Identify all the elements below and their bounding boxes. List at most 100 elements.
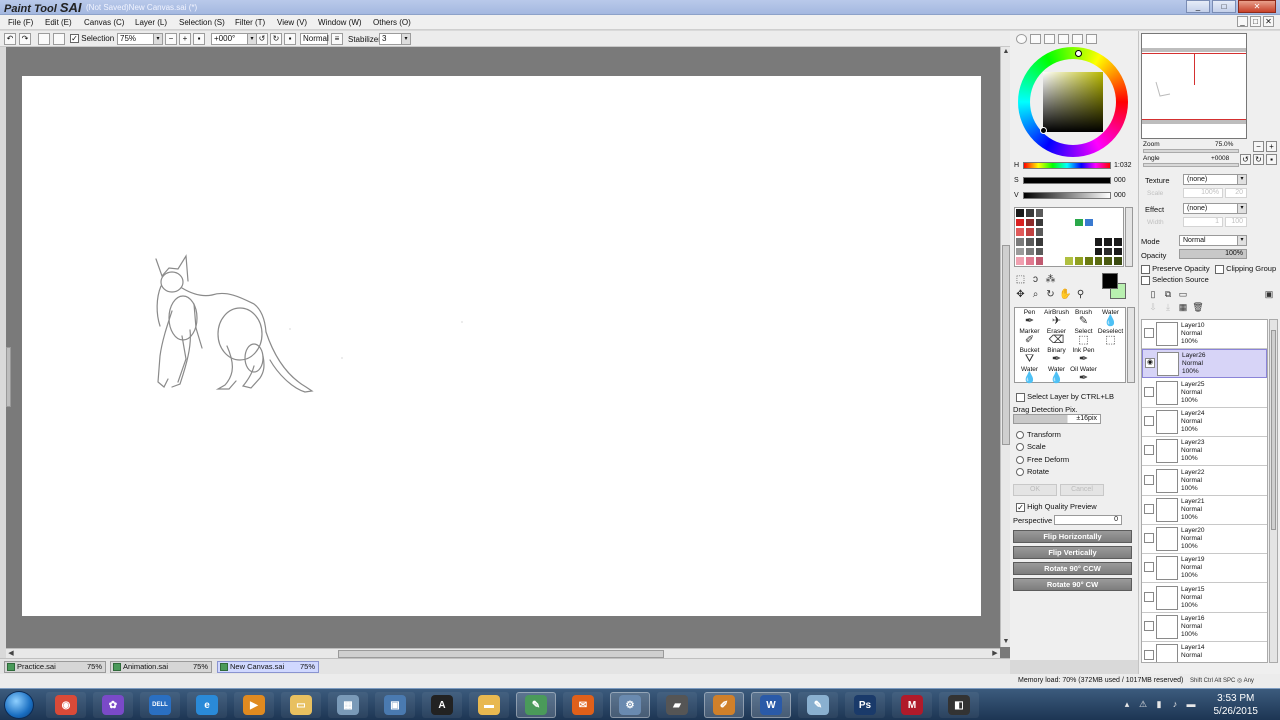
start-button[interactable] xyxy=(4,691,34,719)
rotate-icon[interactable]: ↻ xyxy=(1044,288,1057,301)
layer-visibility-icon[interactable]: ◉ xyxy=(1145,358,1155,369)
layer-visibility-icon[interactable] xyxy=(1144,533,1154,544)
opacity-slider[interactable]: 100% xyxy=(1179,249,1247,259)
layer-visibility-icon[interactable] xyxy=(1144,621,1154,631)
color-swatch[interactable] xyxy=(1093,227,1104,237)
tray-volume-icon[interactable]: ♪ xyxy=(1170,699,1180,709)
effect-width-num[interactable]: 100 xyxy=(1225,217,1247,227)
color-swatch[interactable] xyxy=(1034,208,1045,218)
color-swatch[interactable] xyxy=(1103,217,1114,228)
flip-vertically-button[interactable]: Flip Vertically xyxy=(1013,546,1132,559)
layer-row[interactable]: Layer15 Normal 100% xyxy=(1142,583,1267,613)
select-layer-option[interactable]: Select Layer by CTRL+LB xyxy=(1016,392,1114,402)
free-deform-option[interactable]: Free Deform xyxy=(1016,455,1069,465)
color-swatch[interactable] xyxy=(1024,208,1035,218)
tray-network-icon[interactable]: ▮ xyxy=(1154,699,1164,709)
nav-rotate-cw-icon[interactable]: ↻ xyxy=(1253,154,1264,165)
selection-checkbox[interactable]: ✓ xyxy=(70,34,79,44)
taskbar-app[interactable]: ▬ xyxy=(469,692,509,718)
texture-scale-field[interactable]: 100% xyxy=(1183,188,1223,198)
taskbar-app[interactable]: ✐ xyxy=(704,692,744,718)
color-swatch[interactable] xyxy=(1083,227,1094,237)
color-swatch[interactable] xyxy=(1015,208,1025,218)
taskbar-app[interactable]: Ps xyxy=(845,692,885,718)
color-swatch[interactable] xyxy=(1083,246,1094,257)
stabilizer-select[interactable]: 3 ▾ xyxy=(379,33,411,45)
color-swatch[interactable] xyxy=(1093,208,1104,218)
rotate-radio[interactable] xyxy=(1016,468,1024,477)
menu-layer[interactable]: Layer (L) xyxy=(135,18,167,27)
texture-dropdown-icon[interactable]: ▾ xyxy=(1237,175,1246,184)
nav-zoom-slider[interactable] xyxy=(1143,149,1239,153)
color-swatch[interactable] xyxy=(1034,227,1045,237)
taskbar-app[interactable]: ▦ xyxy=(328,692,368,718)
layer-visibility-icon[interactable] xyxy=(1144,503,1154,514)
layer-visibility-icon[interactable] xyxy=(1144,562,1154,573)
color-swatch[interactable] xyxy=(1113,246,1123,257)
taskbar-app[interactable]: e xyxy=(187,692,227,718)
taskbar-app[interactable]: ✉ xyxy=(563,692,603,718)
move-icon[interactable]: ✥ xyxy=(1014,288,1027,301)
minimize-button[interactable]: _ xyxy=(1186,0,1210,13)
color-swatch[interactable] xyxy=(1073,208,1084,218)
high-quality-option[interactable]: ✓ High Quality Preview xyxy=(1016,502,1097,512)
high-quality-checkbox[interactable]: ✓ xyxy=(1016,502,1025,512)
transfer-down-icon[interactable]: ⇩ xyxy=(1147,301,1159,313)
tray-lock-icon[interactable]: ⚠ xyxy=(1138,699,1148,709)
color-swatch[interactable] xyxy=(1073,227,1084,237)
color-swatch[interactable] xyxy=(1015,237,1025,247)
rotate-ccw-button[interactable]: Rotate 90° CCW xyxy=(1013,562,1132,575)
navigator-preview[interactable] xyxy=(1141,33,1247,139)
zoom-in-icon[interactable]: + xyxy=(179,33,191,45)
taskbar-app[interactable]: ▭ xyxy=(281,692,321,718)
perspective-slider[interactable]: 0 xyxy=(1054,515,1122,525)
deselect-icon[interactable] xyxy=(38,33,50,45)
color-swatch[interactable] xyxy=(1093,256,1104,266)
layer-row[interactable]: Layer16 Normal 100% xyxy=(1142,613,1267,642)
rotate-reset-icon[interactable]: ▪ xyxy=(284,33,296,45)
brush-slot[interactable]: Oil Water ✒ xyxy=(1070,366,1097,388)
taskbar-app[interactable]: ✿ xyxy=(93,692,133,718)
color-swatch[interactable] xyxy=(1054,217,1065,228)
rotate-ccw-icon[interactable]: ↺ xyxy=(256,33,268,45)
color-swatch[interactable] xyxy=(1034,256,1045,266)
taskbar-app[interactable]: ▰ xyxy=(657,692,697,718)
merge-down-icon[interactable]: ⤓ xyxy=(1162,301,1174,313)
layer-row[interactable]: Layer21 Normal 100% xyxy=(1142,495,1267,525)
color-swatch[interactable] xyxy=(1093,237,1104,247)
saturation-value-square[interactable] xyxy=(1043,72,1103,132)
menu-others[interactable]: Others (O) xyxy=(373,18,411,27)
layer-row[interactable]: Layer10 Normal 100% xyxy=(1142,320,1267,349)
color-swatch[interactable] xyxy=(1054,256,1065,266)
effect-width-field[interactable]: 1 xyxy=(1183,217,1223,227)
color-swatch[interactable] xyxy=(1083,237,1094,247)
color-swatch[interactable] xyxy=(1064,217,1074,228)
effect-dropdown-icon[interactable]: ▾ xyxy=(1237,204,1246,213)
color-swatch[interactable] xyxy=(1024,227,1035,237)
stabilizer-dropdown-icon[interactable]: ▾ xyxy=(401,34,410,44)
scale-option[interactable]: Scale xyxy=(1016,442,1046,452)
menu-filter[interactable]: Filter (T) xyxy=(235,18,265,27)
close-button[interactable]: ✕ xyxy=(1238,0,1276,13)
color-swatch[interactable] xyxy=(1064,227,1074,237)
clipping-group-option[interactable]: Clipping Group xyxy=(1215,264,1276,274)
color-swatch[interactable] xyxy=(1024,246,1035,257)
taskbar-app[interactable]: ⚙ xyxy=(610,692,650,718)
color-swatch[interactable] xyxy=(1103,237,1114,247)
texture-select[interactable]: (none) ▾ xyxy=(1183,174,1247,185)
color-swatch[interactable] xyxy=(1054,246,1065,257)
zoom-out-icon[interactable]: − xyxy=(165,33,177,45)
layer-visibility-icon[interactable] xyxy=(1144,445,1154,456)
hand-icon[interactable]: ✋ xyxy=(1059,288,1072,301)
file-tab-animation[interactable]: Animation.sai 75% xyxy=(110,661,212,673)
delete-layer-icon[interactable]: 🗑 xyxy=(1192,301,1204,313)
nav-rotate-reset-icon[interactable]: ▪ xyxy=(1266,154,1277,165)
angle-dropdown-icon[interactable]: ▾ xyxy=(247,34,256,44)
stabilizer-icon[interactable]: ≡ xyxy=(331,33,343,45)
layer-scrollbar[interactable] xyxy=(1269,319,1278,663)
rotate-cw-icon[interactable]: ↻ xyxy=(270,33,282,45)
layer-row[interactable]: Layer22 Normal 100% xyxy=(1142,466,1267,496)
clear-layer-icon[interactable]: ▦ xyxy=(1177,301,1189,313)
mixer-tab-icon[interactable] xyxy=(1058,34,1069,44)
taskbar-app[interactable]: ▣ xyxy=(375,692,415,718)
